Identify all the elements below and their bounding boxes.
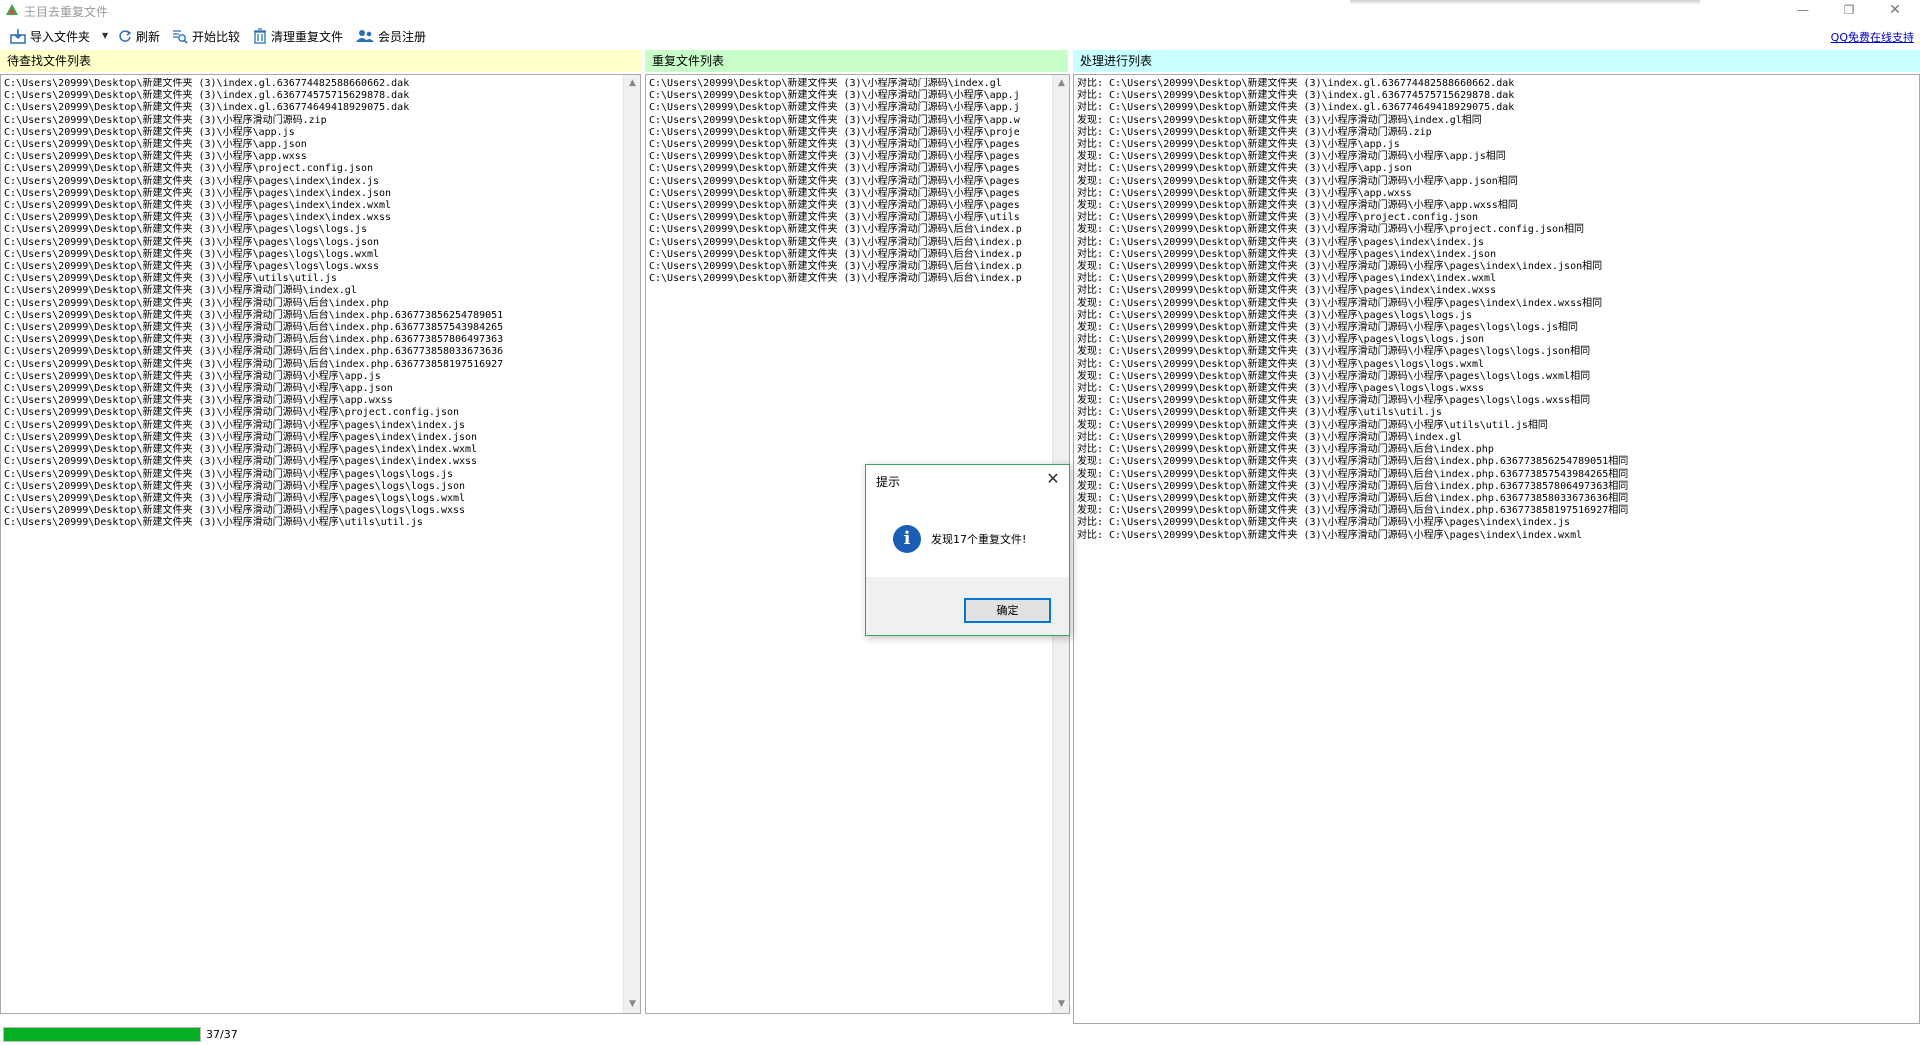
dialog-footer: 确定 [866, 577, 1069, 635]
scroll-down-icon[interactable]: ▼ [1053, 996, 1069, 1013]
close-window-button[interactable]: ✕ [1872, 0, 1918, 22]
duplicate-file-lines: C:\Users\20999\Desktop\新建文件夹 (3)\小程序滑动门源… [649, 78, 1022, 285]
window-title: 王目去重复文件 [24, 5, 109, 19]
toolbar: 导入文件夹 ▼ 刷新 开始比较 清理重复文件 会员注册 QQ免费在线支持 [0, 23, 1920, 49]
clean-duplicates-button[interactable]: 清理重复文件 [253, 25, 343, 47]
refresh-icon [119, 30, 132, 42]
dialog-message: 发现17个重复文件! [931, 533, 1027, 546]
import-folder-button[interactable]: 导入文件夹 [10, 25, 90, 47]
users-icon [356, 30, 374, 42]
member-register-button[interactable]: 会员注册 [356, 25, 426, 47]
start-compare-label: 开始比较 [192, 29, 241, 44]
pending-file-list[interactable]: C:\Users\20999\Desktop\新建文件夹 (3)\index.g… [0, 74, 641, 1014]
member-register-label: 会员注册 [378, 29, 427, 44]
processing-log-lines: 对比: C:\Users\20999\Desktop\新建文件夹 (3)\ind… [1077, 78, 1629, 541]
progress-text: 37/37 [206, 1028, 238, 1041]
compare-icon [173, 30, 188, 44]
progress-bar [3, 1027, 201, 1042]
pending-list-header: 待查找文件列表 [0, 50, 642, 72]
start-compare-button[interactable]: 开始比较 [172, 25, 240, 47]
info-dialog: 提示 ✕ i 发现17个重复文件! 确定 [865, 464, 1070, 636]
app-icon [6, 4, 18, 15]
qq-support-link[interactable]: QQ免费在线支持 [1831, 29, 1914, 45]
scroll-up-icon[interactable]: ▲ [624, 75, 640, 92]
scroll-down-icon[interactable]: ▼ [624, 996, 640, 1013]
chevron-down-icon[interactable]: ▼ [102, 31, 108, 40]
trash-icon [254, 28, 266, 44]
dialog-body: i 发现17个重复文件! [866, 495, 1069, 577]
overlay-shadow [1350, 0, 1700, 4]
info-icon: i [893, 525, 921, 553]
clean-duplicates-label: 清理重复文件 [271, 29, 344, 44]
refresh-label: 刷新 [136, 29, 161, 44]
ok-button[interactable]: 确定 [964, 598, 1051, 623]
title-bar: 王目去重复文件 — ❐ ✕ [0, 0, 1920, 22]
processing-list-header: 处理进行列表 [1073, 50, 1920, 72]
dialog-title: 提示 [876, 475, 901, 489]
import-icon [10, 29, 26, 44]
maximize-button[interactable]: ❐ [1826, 0, 1872, 22]
scroll-up-icon[interactable]: ▲ [1053, 75, 1069, 92]
pending-file-lines: C:\Users\20999\Desktop\新建文件夹 (3)\index.g… [4, 78, 504, 529]
duplicates-list-header: 重复文件列表 [645, 50, 1068, 72]
processing-log-list[interactable]: 对比: C:\Users\20999\Desktop\新建文件夹 (3)\ind… [1073, 74, 1920, 1024]
status-bar: 37/37 [0, 1024, 1920, 1045]
progress-fill [4, 1028, 200, 1041]
pending-scrollbar[interactable]: ▲ ▼ [623, 75, 640, 1013]
import-folder-label: 导入文件夹 [30, 29, 91, 44]
refresh-button[interactable]: 刷新 [118, 25, 160, 47]
minimize-button[interactable]: — [1780, 0, 1826, 22]
dialog-close-button[interactable]: ✕ [1043, 469, 1063, 489]
